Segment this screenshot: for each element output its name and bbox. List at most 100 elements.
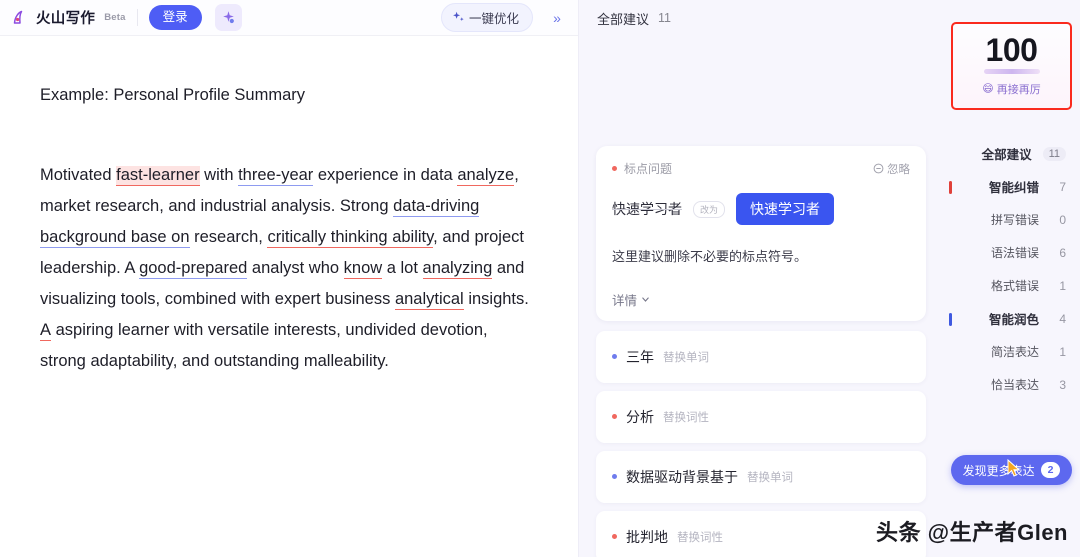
- card-replacement-row: 快速学习者 改为 快速学习者: [612, 193, 910, 225]
- category-label: 全部建议: [981, 148, 1032, 163]
- chevron-down-icon: [642, 297, 649, 302]
- category-item[interactable]: 语法错误 6: [943, 237, 1080, 270]
- error-dot-icon: [612, 166, 617, 171]
- apply-replacement-button[interactable]: 快速学习者: [736, 193, 835, 225]
- brand-name: 火山写作: [36, 11, 96, 27]
- expand-panel-button[interactable]: »: [546, 7, 568, 29]
- category-item[interactable]: 格式错误 1: [943, 270, 1080, 303]
- card-description: 这里建议删除不必要的标点符号。: [612, 249, 808, 264]
- suggestion-card[interactable]: 标点问题 忽略 快速学习者 改为 快速学习者 这里建议删除不必要的标点符号。 详…: [596, 146, 926, 321]
- suggestion-row-tag: 替换词性: [677, 531, 723, 544]
- optimize-label: 一键优化: [468, 12, 519, 26]
- suggestion-row[interactable]: 分析 替换词性: [596, 390, 926, 443]
- watermark: 头条 @生产者Glen: [876, 520, 1068, 545]
- category-label-wrap: 恰当表达: [943, 376, 1050, 394]
- suggestion-row[interactable]: 数据驱动背景基于 替换单词: [596, 450, 926, 503]
- score-card: 100 😄 再接再厉: [951, 22, 1072, 110]
- volcano-logo-icon: [12, 8, 31, 27]
- category-label: 智能纠错: [988, 181, 1039, 196]
- category-label: 恰当表达: [990, 378, 1039, 393]
- document-paragraph[interactable]: Motivated fast-learner with three-year e…: [40, 160, 532, 377]
- text-segment: analyst who: [247, 259, 344, 278]
- category-item[interactable]: 全部建议 11: [943, 138, 1080, 171]
- category-count: 7: [1059, 180, 1066, 195]
- editor-toolbar: 火山写作 Beta 登录 一键优化 »: [0, 0, 578, 36]
- card-header: 标点问题 忽略: [612, 160, 910, 177]
- score-caption: 😄 再接再厉: [953, 81, 1070, 97]
- card-type-label: 标点问题: [624, 162, 673, 176]
- suggestion-row[interactable]: 三年 替换单词: [596, 330, 926, 383]
- suggestion-row-word: 分析: [626, 408, 654, 425]
- text-marking[interactable]: analytical: [394, 290, 464, 311]
- category-marker: [949, 312, 952, 326]
- discover-label: 发现更多表达: [962, 463, 1035, 478]
- suggestion-row-tag: 替换词性: [663, 411, 709, 424]
- text-marking[interactable]: know: [343, 259, 383, 280]
- category-label: 格式错误: [990, 279, 1039, 294]
- category-count: 0: [1059, 213, 1066, 228]
- category-nav-panel: 100 😄 再接再厉 全部建议 11 智能纠错 7 拼写错误 0 语法错误 6 格式错误 1 智能润…: [943, 0, 1080, 557]
- category-label: 智能润色: [988, 313, 1039, 328]
- category-item[interactable]: 拼写错误 0: [943, 204, 1080, 237]
- category-item[interactable]: 智能润色 4: [943, 303, 1080, 336]
- text-marking[interactable]: analyze: [457, 166, 515, 187]
- suggestions-count: 11: [658, 11, 671, 25]
- text-segment: a lot: [382, 259, 423, 278]
- ai-sparkle-icon: [222, 11, 234, 24]
- document-title: Example: Personal Profile Summary: [40, 86, 306, 104]
- suggestion-row-word: 数据驱动背景基于: [626, 468, 738, 485]
- one-click-optimize-button[interactable]: 一键优化: [440, 3, 533, 32]
- card-details-toggle[interactable]: 详情: [612, 290, 650, 309]
- category-label-wrap: 全部建议: [943, 144, 1043, 164]
- text-segment: aspiring learner with versatile interest…: [40, 321, 488, 371]
- document-area[interactable]: Example: Personal Profile Summary Motiva…: [0, 36, 578, 557]
- category-label: 拼写错误: [990, 213, 1039, 228]
- category-count: 1: [1059, 345, 1066, 360]
- circle-minus-icon: [873, 163, 884, 174]
- category-count: 3: [1059, 378, 1066, 393]
- app-root: 火山写作 Beta 登录 一键优化 » Example: Personal Pr…: [0, 0, 1080, 557]
- text-segment: experience in data: [313, 166, 458, 185]
- original-word: 快速学习者: [612, 201, 682, 217]
- text-segment: insights.: [463, 290, 529, 309]
- category-label-wrap: 拼写错误: [943, 211, 1050, 229]
- suggestions-list[interactable]: 标点问题 忽略 快速学习者 改为 快速学习者 这里建议删除不必要的标点符号。 详…: [579, 36, 943, 557]
- login-button[interactable]: 登录: [148, 5, 202, 30]
- suggestion-row-word: 三年: [626, 348, 654, 365]
- ignore-label: 忽略: [887, 163, 910, 176]
- category-item[interactable]: 简洁表达 1: [943, 336, 1080, 369]
- suggestion-row-tag: 替换单词: [663, 351, 709, 364]
- suggestion-row-word: 批判地: [626, 528, 668, 545]
- category-list[interactable]: 全部建议 11 智能纠错 7 拼写错误 0 语法错误 6 格式错误 1 智能润色 4 简洁表达 1 恰当表达…: [943, 138, 1080, 402]
- category-marker: [949, 180, 952, 194]
- ai-assistant-button[interactable]: [214, 4, 242, 31]
- score-wrapper: 100 😄 再接再厉: [943, 22, 1080, 110]
- category-label-wrap: 智能纠错: [943, 177, 1050, 197]
- text-marking[interactable]: analyzing: [422, 259, 493, 280]
- suggestions-header: 全部建议 11: [579, 0, 943, 36]
- category-label: 简洁表达: [990, 345, 1039, 360]
- discover-badge: 2: [1040, 461, 1061, 479]
- text-segment: research,: [189, 228, 268, 247]
- text-marking[interactable]: A: [40, 321, 52, 342]
- score-value: 100: [985, 32, 1038, 68]
- card-type: 标点问题: [612, 160, 672, 177]
- text-marking[interactable]: three-year: [238, 166, 314, 187]
- score-underline-decoration: [983, 68, 1040, 74]
- category-item[interactable]: 智能纠错 7: [943, 171, 1080, 204]
- category-count: 1: [1059, 279, 1066, 294]
- change-to-tag: 改为: [693, 200, 726, 218]
- text-marking[interactable]: critically thinking ability: [267, 228, 434, 249]
- text-marking[interactable]: good-prepared: [139, 259, 248, 280]
- ignore-button[interactable]: 忽略: [873, 161, 910, 177]
- category-count-pill: 11: [1042, 147, 1066, 162]
- category-item[interactable]: 恰当表达 3: [943, 369, 1080, 402]
- editor-panel: 火山写作 Beta 登录 一键优化 » Example: Personal Pr…: [0, 0, 578, 557]
- chevron-double-right-icon: »: [553, 9, 561, 26]
- text-marking[interactable]: fast-learner: [116, 166, 200, 187]
- category-label-wrap: 智能润色: [943, 309, 1050, 329]
- discover-wrapper: 发现更多表达 2: [951, 455, 1072, 485]
- suggestions-title: 全部建议: [597, 11, 650, 27]
- score-caption-text: 再接再厉: [996, 83, 1041, 96]
- category-count: 6: [1059, 246, 1066, 261]
